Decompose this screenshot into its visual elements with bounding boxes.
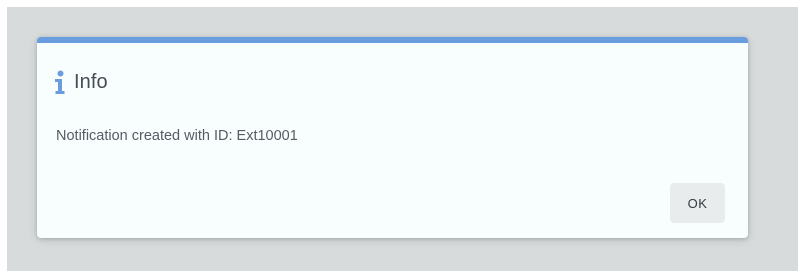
- ok-button[interactable]: OK: [670, 183, 725, 223]
- dialog-message: Notification created with ID: Ext10001: [56, 128, 298, 144]
- dialog-title: Info: [74, 70, 108, 93]
- dialog-header: Info: [53, 69, 108, 95]
- info-dialog: Info Notification created with ID: Ext10…: [37, 37, 748, 238]
- info-icon: [53, 69, 67, 95]
